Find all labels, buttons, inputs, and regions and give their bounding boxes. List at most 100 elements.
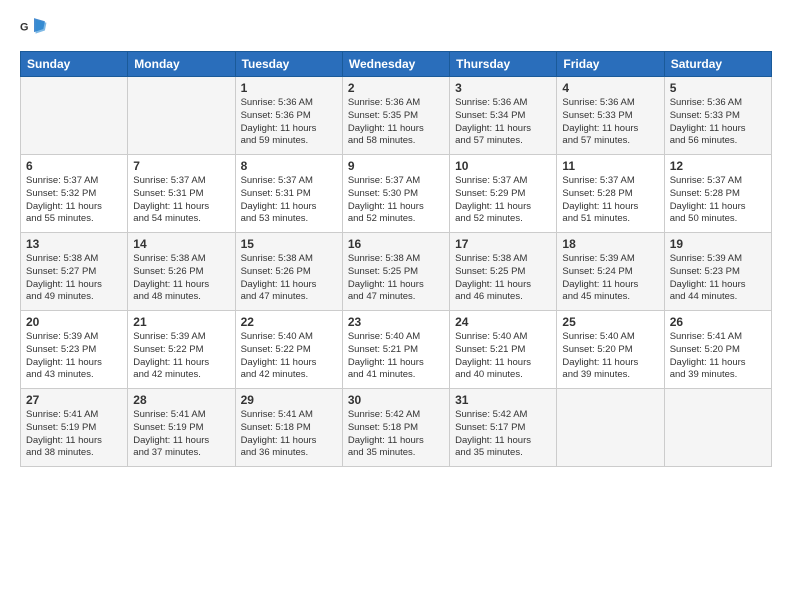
day-info: Sunrise: 5:39 AM Sunset: 5:23 PM Dayligh…: [26, 331, 122, 382]
day-info: Sunrise: 5:40 AM Sunset: 5:21 PM Dayligh…: [455, 331, 551, 382]
calendar-cell: 8 Sunrise: 5:37 AM Sunset: 5:31 PM Daylig…: [235, 155, 342, 233]
calendar-cell: 18 Sunrise: 5:39 AM Sunset: 5:24 PM Dayli…: [557, 233, 664, 311]
calendar-cell: 25 Sunrise: 5:40 AM Sunset: 5:20 PM Dayli…: [557, 311, 664, 389]
day-number: 21: [133, 315, 229, 329]
day-info: Sunrise: 5:36 AM Sunset: 5:33 PM Dayligh…: [562, 97, 658, 148]
day-number: 19: [670, 237, 766, 251]
week-row-4: 20 Sunrise: 5:39 AM Sunset: 5:23 PM Dayli…: [21, 311, 772, 389]
day-info: Sunrise: 5:41 AM Sunset: 5:20 PM Dayligh…: [670, 331, 766, 382]
calendar-cell: 1 Sunrise: 5:36 AM Sunset: 5:36 PM Daylig…: [235, 77, 342, 155]
day-info: Sunrise: 5:39 AM Sunset: 5:22 PM Dayligh…: [133, 331, 229, 382]
day-number: 16: [348, 237, 444, 251]
calendar-cell: 15Sunrise: 5:38 AM Sunset: 5:26 PM Dayli…: [235, 233, 342, 311]
day-number: 23: [348, 315, 444, 329]
day-info: Sunrise: 5:36 AM Sunset: 5:34 PM Dayligh…: [455, 97, 551, 148]
day-info: Sunrise: 5:36 AM Sunset: 5:35 PM Dayligh…: [348, 97, 444, 148]
day-info: Sunrise: 5:40 AM Sunset: 5:21 PM Dayligh…: [348, 331, 444, 382]
calendar-cell: 27 Sunrise: 5:41 AM Sunset: 5:19 PM Dayli…: [21, 389, 128, 467]
day-number: 28: [133, 393, 229, 407]
day-number: 2: [348, 81, 444, 95]
day-number: 18: [562, 237, 658, 251]
day-info: Sunrise: 5:37 AM Sunset: 5:28 PM Dayligh…: [670, 175, 766, 226]
day-number: 12: [670, 159, 766, 173]
day-info: Sunrise: 5:41 AM Sunset: 5:19 PM Dayligh…: [133, 409, 229, 460]
day-info: Sunrise: 5:37 AM Sunset: 5:31 PM Dayligh…: [241, 175, 337, 226]
calendar-cell: 19 Sunrise: 5:39 AM Sunset: 5:23 PM Dayli…: [664, 233, 771, 311]
day-number: 3: [455, 81, 551, 95]
calendar-header-row: SundayMondayTuesdayWednesdayThursdayFrid…: [21, 52, 772, 77]
day-info: Sunrise: 5:40 AM Sunset: 5:22 PM Dayligh…: [241, 331, 337, 382]
calendar-cell: 24 Sunrise: 5:40 AM Sunset: 5:21 PM Dayli…: [450, 311, 557, 389]
day-info: Sunrise: 5:38 AM Sunset: 5:26 PM Dayligh…: [133, 253, 229, 304]
day-number: 13: [26, 237, 122, 251]
day-number: 7: [133, 159, 229, 173]
day-number: 17: [455, 237, 551, 251]
day-info: Sunrise: 5:36 AM Sunset: 5:36 PM Dayligh…: [241, 97, 337, 148]
day-info: Sunrise: 5:41 AM Sunset: 5:19 PM Dayligh…: [26, 409, 122, 460]
calendar-cell: 20 Sunrise: 5:39 AM Sunset: 5:23 PM Dayli…: [21, 311, 128, 389]
day-info: Sunrise: 5:38 AM Sunset: 5:25 PM Dayligh…: [455, 253, 551, 304]
day-info: Sunrise: 5:42 AM Sunset: 5:18 PM Dayligh…: [348, 409, 444, 460]
day-number: 4: [562, 81, 658, 95]
calendar-cell: 31 Sunrise: 5:42 AM Sunset: 5:17 PM Dayli…: [450, 389, 557, 467]
calendar-cell: 7 Sunrise: 5:37 AM Sunset: 5:31 PM Daylig…: [128, 155, 235, 233]
calendar-cell: 22 Sunrise: 5:40 AM Sunset: 5:22 PM Dayli…: [235, 311, 342, 389]
header: G: [20, 15, 772, 43]
day-number: 25: [562, 315, 658, 329]
day-info: Sunrise: 5:40 AM Sunset: 5:20 PM Dayligh…: [562, 331, 658, 382]
logo-icon: G: [20, 15, 48, 43]
day-number: 10: [455, 159, 551, 173]
day-info: Sunrise: 5:38 AM Sunset: 5:26 PM Dayligh…: [241, 253, 337, 304]
day-number: 5: [670, 81, 766, 95]
day-info: Sunrise: 5:39 AM Sunset: 5:24 PM Dayligh…: [562, 253, 658, 304]
calendar-cell: 13 Sunrise: 5:38 AM Sunset: 5:27 PM Dayli…: [21, 233, 128, 311]
calendar-cell: 16 Sunrise: 5:38 AM Sunset: 5:25 PM Dayli…: [342, 233, 449, 311]
calendar-cell: 4 Sunrise: 5:36 AM Sunset: 5:33 PM Daylig…: [557, 77, 664, 155]
calendar-cell: 3 Sunrise: 5:36 AM Sunset: 5:34 PM Daylig…: [450, 77, 557, 155]
calendar-cell: 10 Sunrise: 5:37 AM Sunset: 5:29 PM Dayli…: [450, 155, 557, 233]
day-number: 1: [241, 81, 337, 95]
calendar-cell: [664, 389, 771, 467]
day-number: 14: [133, 237, 229, 251]
day-number: 6: [26, 159, 122, 173]
calendar-table: SundayMondayTuesdayWednesdayThursdayFrid…: [20, 51, 772, 467]
calendar-cell: 9Sunrise: 5:37 AM Sunset: 5:30 PM Daylig…: [342, 155, 449, 233]
day-number: 27: [26, 393, 122, 407]
calendar-cell: 11Sunrise: 5:37 AM Sunset: 5:28 PM Dayli…: [557, 155, 664, 233]
calendar-cell: 28 Sunrise: 5:41 AM Sunset: 5:19 PM Dayli…: [128, 389, 235, 467]
day-info: Sunrise: 5:37 AM Sunset: 5:32 PM Dayligh…: [26, 175, 122, 226]
calendar-cell: [557, 389, 664, 467]
day-info: Sunrise: 5:42 AM Sunset: 5:17 PM Dayligh…: [455, 409, 551, 460]
calendar-cell: 26 Sunrise: 5:41 AM Sunset: 5:20 PM Dayli…: [664, 311, 771, 389]
calendar-cell: 23 Sunrise: 5:40 AM Sunset: 5:21 PM Dayli…: [342, 311, 449, 389]
day-number: 20: [26, 315, 122, 329]
day-number: 24: [455, 315, 551, 329]
col-header-thursday: Thursday: [450, 52, 557, 77]
day-number: 8: [241, 159, 337, 173]
day-info: Sunrise: 5:38 AM Sunset: 5:25 PM Dayligh…: [348, 253, 444, 304]
day-info: Sunrise: 5:39 AM Sunset: 5:23 PM Dayligh…: [670, 253, 766, 304]
week-row-3: 13 Sunrise: 5:38 AM Sunset: 5:27 PM Dayli…: [21, 233, 772, 311]
day-info: Sunrise: 5:37 AM Sunset: 5:30 PM Dayligh…: [348, 175, 444, 226]
calendar-cell: 6 Sunrise: 5:37 AM Sunset: 5:32 PM Daylig…: [21, 155, 128, 233]
week-row-5: 27 Sunrise: 5:41 AM Sunset: 5:19 PM Dayli…: [21, 389, 772, 467]
svg-text:G: G: [20, 22, 28, 34]
calendar-cell: 2 Sunrise: 5:36 AM Sunset: 5:35 PM Daylig…: [342, 77, 449, 155]
day-info: Sunrise: 5:37 AM Sunset: 5:28 PM Dayligh…: [562, 175, 658, 226]
calendar-cell: 12 Sunrise: 5:37 AM Sunset: 5:28 PM Dayli…: [664, 155, 771, 233]
calendar-cell: 14 Sunrise: 5:38 AM Sunset: 5:26 PM Dayli…: [128, 233, 235, 311]
col-header-monday: Monday: [128, 52, 235, 77]
col-header-sunday: Sunday: [21, 52, 128, 77]
day-number: 22: [241, 315, 337, 329]
week-row-1: 1 Sunrise: 5:36 AM Sunset: 5:36 PM Daylig…: [21, 77, 772, 155]
col-header-wednesday: Wednesday: [342, 52, 449, 77]
day-info: Sunrise: 5:37 AM Sunset: 5:31 PM Dayligh…: [133, 175, 229, 226]
week-row-2: 6 Sunrise: 5:37 AM Sunset: 5:32 PM Daylig…: [21, 155, 772, 233]
calendar-cell: [21, 77, 128, 155]
calendar-cell: 30Sunrise: 5:42 AM Sunset: 5:18 PM Dayli…: [342, 389, 449, 467]
logo: G: [20, 15, 52, 43]
day-info: Sunrise: 5:37 AM Sunset: 5:29 PM Dayligh…: [455, 175, 551, 226]
day-number: 26: [670, 315, 766, 329]
day-info: Sunrise: 5:38 AM Sunset: 5:27 PM Dayligh…: [26, 253, 122, 304]
day-number: 31: [455, 393, 551, 407]
